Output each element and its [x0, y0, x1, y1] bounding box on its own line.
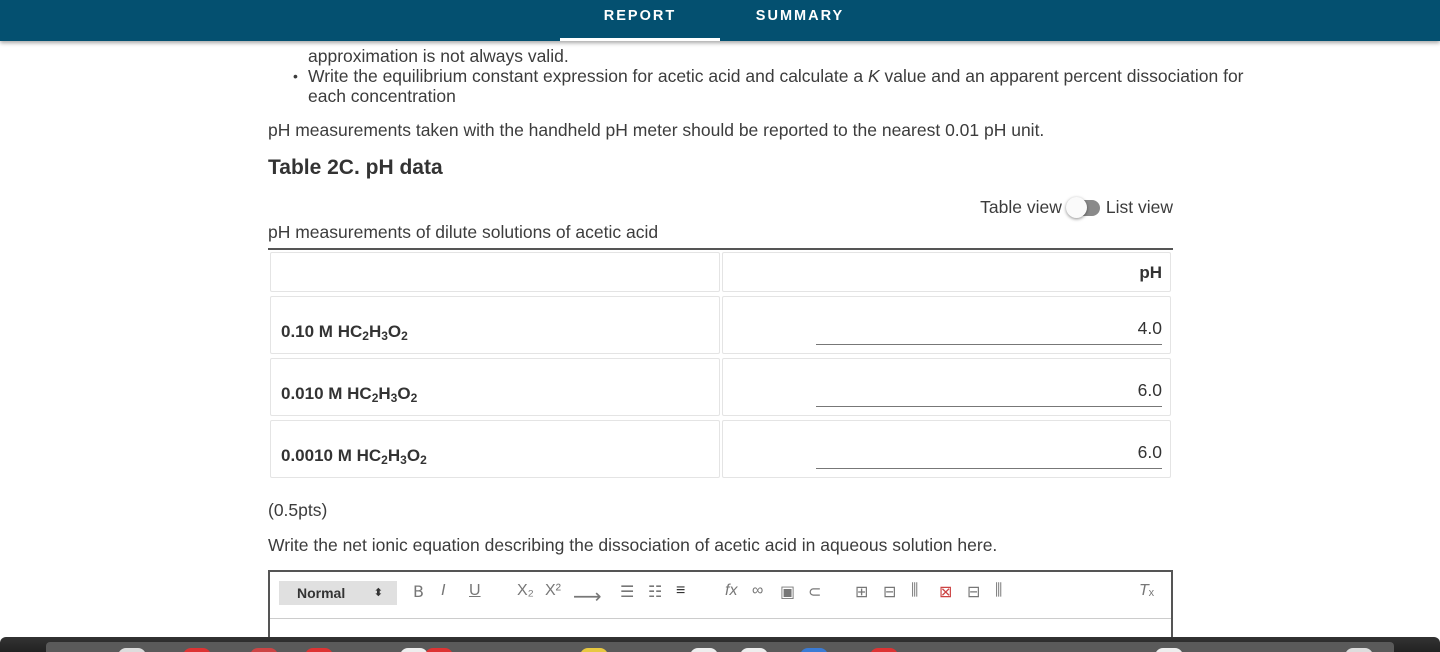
attach-icon[interactable]: ⊂: [808, 582, 821, 602]
table-title: Table 2C. pH data: [268, 156, 443, 179]
bullet-k-expression: Write the equilibrium constant expressio…: [308, 66, 1244, 86]
view-toggle-switch[interactable]: [1065, 196, 1100, 218]
ph-column-header: pH: [1139, 263, 1162, 282]
dock-app-icon[interactable]: [690, 648, 718, 652]
table-caption: pH measurements of dilute solutions of a…: [268, 222, 659, 242]
toggle-knob[interactable]: [1065, 196, 1087, 218]
bullet-list-icon[interactable]: ☷: [648, 582, 662, 602]
table-header-empty-cell: [270, 252, 720, 292]
arrow-icon[interactable]: ⟶: [573, 584, 602, 609]
link-icon[interactable]: ∞: [752, 582, 763, 600]
ph-note: pH measurements taken with the handheld …: [268, 120, 1045, 140]
dock-app-icon[interactable]: [305, 648, 333, 652]
table-insert-row-icon[interactable]: ⊟: [883, 582, 896, 602]
select-arrows-icon: ⬍: [373, 587, 383, 599]
dock-app-icon[interactable]: [250, 648, 278, 652]
bullet-continuation: approximation is not always valid.: [308, 46, 569, 66]
ordered-list-icon[interactable]: ☰: [620, 582, 634, 602]
superscript-icon[interactable]: X²: [545, 582, 561, 600]
table-top-rule: [268, 248, 1173, 250]
table-delete-row-icon[interactable]: ⊟: [967, 582, 980, 602]
bullet-dot: •: [293, 68, 298, 84]
formula-icon[interactable]: fx: [725, 582, 737, 600]
ph-input[interactable]: 4.0: [816, 315, 1162, 345]
underline-icon[interactable]: U: [469, 582, 481, 600]
tab-summary[interactable]: SUMMARY: [720, 0, 880, 41]
dock-app-icon[interactable]: [400, 648, 428, 652]
dock-app-icon[interactable]: [425, 648, 453, 652]
table-row-label: 0.010 M HC2H3O2: [270, 358, 720, 416]
dock-app-icon[interactable]: [183, 648, 211, 652]
image-icon[interactable]: ▣: [780, 582, 795, 602]
dock-app-icon[interactable]: [800, 648, 828, 652]
dock-app-icon[interactable]: [870, 648, 898, 652]
table-row-label: 0.10 M HC2H3O2: [270, 296, 720, 354]
table-row-value-cell: 4.0: [722, 296, 1171, 354]
clear-format-icon[interactable]: Tₓ: [1139, 582, 1154, 600]
question-points: (0.5pts): [268, 500, 328, 520]
top-navigation: REPORT SUMMARY: [0, 0, 1440, 41]
concentration-label: 0.10 M HC2H3O2: [281, 322, 408, 343]
ph-input[interactable]: 6.0: [816, 439, 1162, 469]
table-header-ph-cell: pH: [722, 252, 1171, 292]
dock-app-icon[interactable]: [118, 648, 146, 652]
bold-icon[interactable]: 𝖡: [413, 582, 424, 602]
table-row-value-cell: 6.0: [722, 420, 1171, 478]
bullet-k-expression-cont: each concentration: [308, 86, 456, 106]
question-prompt: Write the net ionic equation describing …: [268, 535, 998, 555]
list-view-label: List view: [1105, 197, 1173, 217]
subscript-icon[interactable]: X₂: [517, 582, 534, 600]
ph-input[interactable]: 6.0: [816, 377, 1162, 407]
table-icon[interactable]: ⊞: [855, 582, 868, 602]
table-view-label: Table view: [980, 197, 1062, 217]
editor-toolbar: Normal ⬍ 𝖡 I U X₂ X² ⟶ ☰ ☷ ≡ fx ∞ ▣ ⊂ ⊞ ⊟…: [270, 572, 1171, 619]
app-dock: [46, 642, 1394, 652]
dock-app-icon[interactable]: [580, 648, 608, 652]
italic-icon[interactable]: I: [441, 582, 445, 600]
tab-report[interactable]: REPORT: [560, 0, 720, 41]
view-toggle: Table view List view: [980, 196, 1173, 218]
table-insert-col-icon[interactable]: ⫼: [911, 582, 918, 600]
dock-app-icon[interactable]: [740, 648, 768, 652]
table-row-label: 0.0010 M HC2H3O2: [270, 420, 720, 478]
k-symbol: K: [867, 66, 880, 86]
align-icon[interactable]: ≡: [676, 582, 685, 600]
concentration-label: 0.0010 M HC2H3O2: [281, 446, 427, 467]
concentration-label: 0.010 M HC2H3O2: [281, 384, 418, 405]
table-delete-col-icon[interactable]: ⫼: [995, 582, 1002, 600]
table-row-value-cell: 6.0: [722, 358, 1171, 416]
table-delete-icon[interactable]: ⊠: [939, 582, 952, 602]
dock-app-icon[interactable]: [1345, 648, 1373, 652]
dock-app-icon[interactable]: [1155, 648, 1183, 652]
format-select[interactable]: Normal ⬍: [279, 581, 397, 605]
